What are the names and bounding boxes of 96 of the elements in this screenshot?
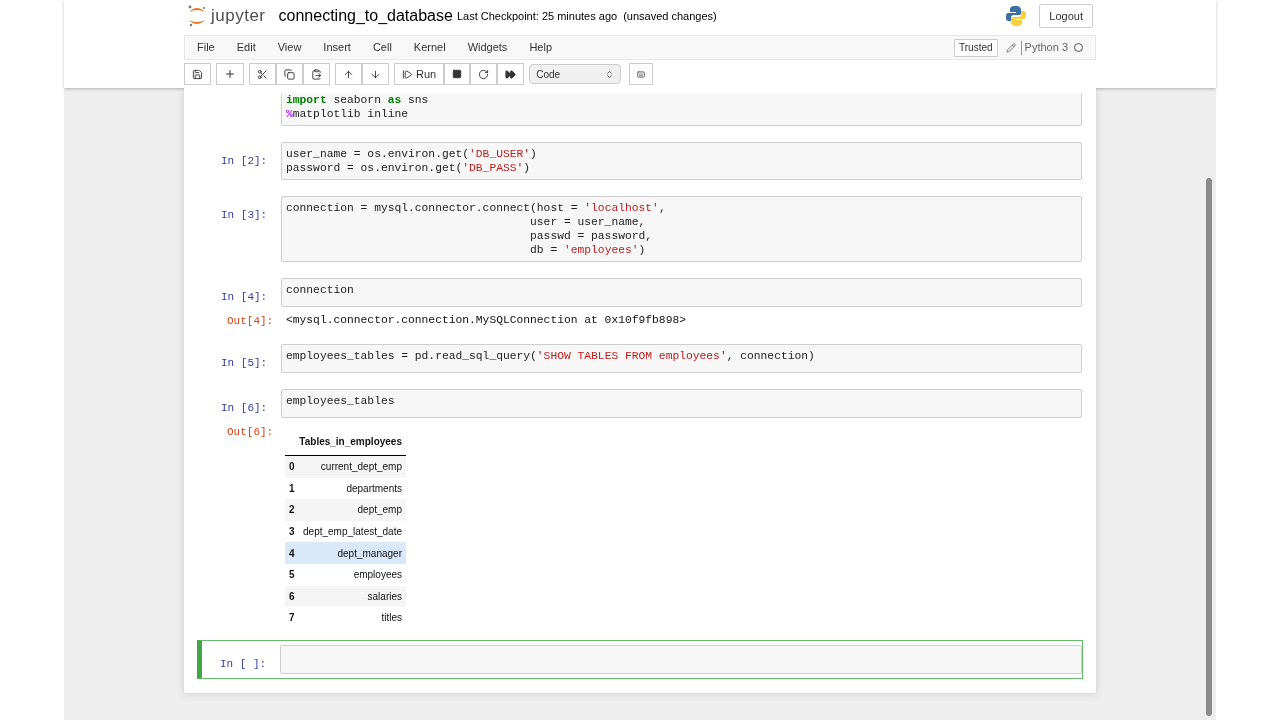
- restart-button[interactable]: [470, 63, 498, 85]
- jupyter-wordmark: jupyter: [211, 5, 266, 28]
- code-line: employees_tables = pd.read_sql_query('SHOW TABLES FROM employees', connection): [286, 349, 816, 363]
- cell-type-select[interactable]: Code: [529, 64, 622, 84]
- checkpoint-status: Last Checkpoint: 25 minutes ago: [456, 8, 618, 24]
- notebook-cell[interactable]: import seaborn as sns %matplotlib inline: [197, 88, 1083, 131]
- restart-icon: [478, 68, 490, 80]
- stop-button[interactable]: [444, 63, 471, 85]
- run-button[interactable]: Run: [394, 63, 445, 85]
- row-index: 3: [289, 525, 295, 540]
- input-prompt: In [2]:: [221, 155, 268, 167]
- code-line: db = 'employees'): [529, 243, 647, 257]
- table-cell-text: dept_emp: [357, 503, 402, 518]
- code-line: passwd = password,: [529, 229, 654, 243]
- edit-icon[interactable]: [1005, 42, 1016, 53]
- trusted-indicator[interactable]: Trusted: [954, 38, 998, 57]
- menu-item[interactable]: View: [277, 39, 302, 56]
- code-line: user_name = os.environ.get('DB_USER'): [286, 147, 538, 161]
- table-cell-text: dept_emp_latest_date: [303, 525, 402, 540]
- input-prompt: In [4]:: [221, 291, 268, 303]
- notebook-cell[interactable]: In [2]: user_name = os.environ.get('DB_USER') password = os.environ.get('DB_PASS'): [197, 137, 1083, 185]
- menu-item[interactable]: File: [197, 39, 215, 56]
- code-line: employees_tables: [286, 394, 396, 408]
- menu-item[interactable]: Help: [529, 39, 552, 56]
- scissors-icon: [257, 68, 268, 80]
- input-prompt: In [6]:: [221, 402, 268, 414]
- notebook-cell[interactable]: In [3]: connection = mysql.connector.connect(host = 'localhost', user = user_name, passwd = password, db = 'employees'): [197, 191, 1083, 267]
- notebook-name[interactable]: connecting_to_database: [278, 4, 453, 28]
- paste-icon: [311, 68, 322, 80]
- plus-icon: [224, 68, 236, 80]
- move-down-button[interactable]: [362, 63, 389, 85]
- paste-button[interactable]: [303, 63, 330, 85]
- row-index: 5: [289, 568, 295, 583]
- notebook-cell[interactable]: In [5]: employees_tables = pd.read_sql_query('SHOW TABLES FROM employees', connection): [197, 339, 1083, 378]
- notebook-cell[interactable]: In [6]: employees_tables Out[6]: Tables_in_employees 0 current_dept_emp 1 departments 2 dept_emp 3 dept_emp_latest_date 4 dept_manager 5 employees 6 salaries 7 titles: [197, 384, 1083, 634]
- stop-icon: [452, 69, 463, 79]
- python-logo-icon: [1005, 5, 1028, 27]
- code-input[interactable]: user_name = os.environ.get('DB_USER') password = os.environ.get('DB_PASS'): [281, 142, 1082, 180]
- select-arrows-icon: [605, 69, 615, 79]
- move-up-button[interactable]: [335, 63, 362, 85]
- insert-cell-button[interactable]: [216, 63, 244, 85]
- notebook-cell[interactable]: In [4]: connection Out[4]: <mysql.connector.connection.MySQLConnection at 0x10f9fb898>: [197, 273, 1083, 333]
- run-all-button[interactable]: [497, 63, 525, 85]
- table-cell-text: departments: [346, 481, 402, 496]
- code-line: %matplotlib inline: [286, 107, 410, 121]
- copy-button[interactable]: [276, 63, 303, 85]
- input-prompt: In [5]:: [221, 357, 268, 369]
- output-text: <mysql.connector.connection.MySQLConnection at 0x10f9fb898>: [285, 313, 686, 328]
- scrollbar[interactable]: [1206, 178, 1212, 716]
- notebook-cell[interactable]: In [ ]:: [197, 639, 1083, 679]
- table-cell-text: salaries: [367, 589, 402, 604]
- row-index: 7: [289, 611, 295, 626]
- menu-item[interactable]: Widgets: [467, 39, 508, 56]
- code-line: user = user_name,: [529, 215, 647, 229]
- arrow-down-icon: [370, 68, 381, 80]
- input-prompt: In [3]:: [221, 209, 268, 221]
- save-icon: [192, 68, 203, 80]
- code-input[interactable]: employees_tables = pd.read_sql_query('SHOW TABLES FROM employees', connection): [281, 344, 1082, 373]
- input-prompt: In [ ]:: [220, 657, 267, 670]
- menu-item[interactable]: Edit: [236, 39, 256, 56]
- menu-item[interactable]: Insert: [323, 39, 351, 56]
- row-index: 0: [289, 460, 295, 475]
- row-index: 4: [289, 546, 295, 561]
- row-index: 2: [289, 503, 295, 518]
- step-icon: [402, 68, 413, 80]
- arrow-up-icon: [343, 68, 354, 80]
- code-input[interactable]: connection = mysql.connector.connect(host = 'localhost', user = user_name, passwd = password, db = 'employees'): [281, 196, 1082, 262]
- code-input[interactable]: employees_tables: [281, 389, 1082, 418]
- kernel-name: Python 3: [1024, 40, 1068, 56]
- column-header: Tables_in_employees: [299, 435, 402, 449]
- code-line: password = os.environ.get('DB_PASS'): [286, 161, 532, 175]
- menu-item[interactable]: Cell: [372, 39, 392, 56]
- code-input[interactable]: [280, 644, 1082, 674]
- jupyter-logo-icon: [187, 4, 207, 28]
- save-button[interactable]: [184, 63, 211, 85]
- autosave-status: (unsaved changes): [623, 8, 717, 24]
- code-line: connection = mysql.connector.connect(host = 'localhost',: [286, 201, 667, 215]
- output-prompt: Out[4]:: [226, 314, 275, 328]
- code-input[interactable]: connection: [281, 278, 1082, 307]
- fast-forward-icon: [505, 68, 517, 80]
- keyboard-icon: [637, 68, 646, 80]
- code-line: connection: [286, 283, 355, 297]
- logout-button[interactable]: Logout: [1039, 4, 1093, 28]
- code-line: import seaborn as sns: [286, 93, 430, 107]
- menu-item[interactable]: Kernel: [413, 39, 446, 56]
- table-cell-text: dept_manager: [337, 546, 402, 561]
- code-input[interactable]: import seaborn as sns %matplotlib inline: [281, 93, 1082, 126]
- table-cell-text: employees: [353, 568, 402, 583]
- copy-icon: [284, 68, 295, 80]
- row-index: 6: [289, 589, 295, 604]
- cut-button[interactable]: [249, 63, 276, 85]
- keyboard-shortcuts-button[interactable]: [629, 63, 654, 85]
- row-index: 1: [289, 481, 295, 496]
- table-cell-text: current_dept_emp: [320, 460, 402, 475]
- table-cell-text: titles: [381, 611, 402, 626]
- output-prompt: Out[6]:: [226, 425, 275, 440]
